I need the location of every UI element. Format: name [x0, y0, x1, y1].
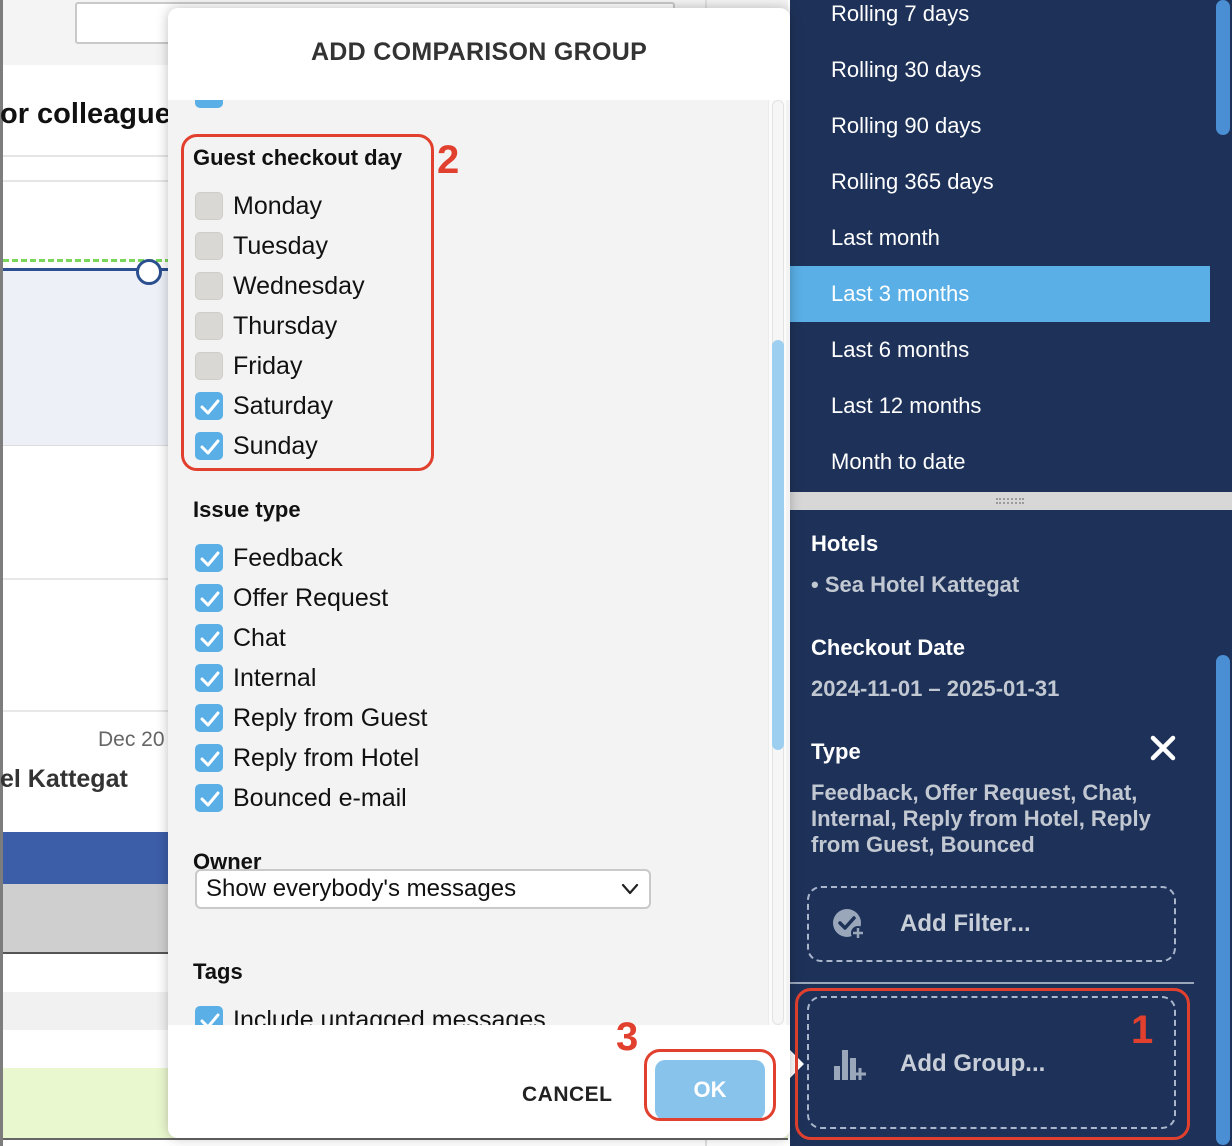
annotation-box-3: [644, 1049, 776, 1121]
owner-select[interactable]: Show everybody's messages: [195, 869, 651, 909]
checkbox-label: Bounced e-mail: [233, 784, 407, 812]
chart-data-point: [136, 259, 162, 285]
checkbox-box-checked[interactable]: [195, 544, 223, 572]
background-heading: or colleagues: [0, 98, 187, 130]
chart-axis-label: Dec 20: [98, 728, 165, 751]
checkbox-box-checked[interactable]: [195, 744, 223, 772]
date-range-item[interactable]: Rolling 7 days: [790, 0, 1210, 42]
date-range-label: Month to date: [831, 449, 966, 474]
check-icon: [200, 551, 220, 567]
scrollbar-thumb[interactable]: [772, 340, 784, 750]
date-range-item[interactable]: Last 12 months: [790, 378, 1210, 434]
filter-sidebar: Rolling 7 days Rolling 30 days Rolling 9…: [790, 0, 1232, 1146]
dialog-footer: CANCEL OK 3: [168, 1015, 790, 1138]
date-list-scrollbar[interactable]: [1216, 0, 1230, 135]
date-range-label: Last month: [831, 225, 940, 250]
date-range-item-active[interactable]: Last 3 months: [790, 266, 1210, 322]
annotation-number-2: 2: [437, 138, 460, 182]
left-edge: [0, 0, 3, 1146]
checkbox-label: Include untagged messages: [233, 1006, 546, 1025]
add-filter-button[interactable]: Add Filter...: [807, 886, 1176, 962]
check-icon: [200, 1013, 220, 1025]
date-range-item[interactable]: Last month: [790, 210, 1210, 266]
checkbox-label: Offer Request: [233, 584, 389, 612]
checkbox-box-checked[interactable]: [195, 704, 223, 732]
check-icon: [200, 631, 220, 647]
date-range-label: Rolling 90 days: [831, 113, 982, 138]
type-value-line: from Guest, Bounced: [811, 832, 1035, 857]
checkbox-box-checked[interactable]: [195, 624, 223, 652]
dialog-scroll-body[interactable]: Guest checkout day Monday Tuesday Wednes…: [168, 100, 790, 1025]
date-range-item[interactable]: Month to date: [790, 434, 1210, 490]
chart-hotel-label: el Kattegat: [0, 765, 128, 793]
date-range-label: Last 6 months: [831, 337, 970, 362]
date-range-label: Last 12 months: [831, 393, 982, 418]
date-range-label: Rolling 365 days: [831, 169, 994, 194]
checkbox-label: Feedback: [233, 544, 343, 572]
splitter-grip-icon: [996, 498, 1024, 504]
dialog-scrollbar[interactable]: [768, 100, 786, 1025]
checkbox-partial[interactable]: [195, 100, 223, 108]
owner-select-value: Show everybody's messages: [206, 875, 517, 902]
check-icon: [200, 711, 220, 727]
check-icon: [200, 591, 220, 607]
check-icon: [200, 671, 220, 687]
bottom-divider: [3, 1138, 788, 1140]
tags-title: Tags: [193, 959, 243, 984]
panel-splitter[interactable]: [790, 492, 1232, 510]
dialog-title: ADD COMPARISON GROUP: [310, 38, 648, 66]
checkout-date-title: Checkout Date: [811, 635, 966, 660]
date-range-label: Rolling 30 days: [831, 57, 982, 82]
date-range-item[interactable]: Last 6 months: [790, 322, 1210, 378]
annotation-number-3: 3: [616, 1015, 639, 1059]
sidebar-divider: [790, 982, 1194, 984]
checkout-date-value: 2024-11-01 – 2025-01-31: [811, 676, 1060, 701]
issue-type-title: Issue type: [193, 497, 301, 522]
checkbox-box-checked[interactable]: [195, 784, 223, 812]
checkbox-box-checked[interactable]: [195, 664, 223, 692]
add-comparison-group-dialog: ADD COMPARISON GROUP Guest checkout day …: [168, 8, 790, 1138]
check-icon: [200, 791, 220, 807]
cancel-button[interactable]: CANCEL: [522, 1083, 613, 1107]
date-range-list: Rolling 7 days Rolling 30 days Rolling 9…: [790, 0, 1210, 492]
type-value-line: Feedback, Offer Request, Chat,: [811, 780, 1138, 805]
checkbox-label: Internal: [233, 664, 317, 692]
filters-scrollbar[interactable]: [1216, 655, 1230, 1145]
annotation-box-2: [181, 134, 434, 471]
checkbox-label: Reply from Guest: [233, 704, 428, 732]
date-range-item[interactable]: Rolling 30 days: [790, 42, 1210, 98]
checkbox-label: Reply from Hotel: [233, 744, 420, 772]
check-icon: [200, 751, 220, 767]
date-range-label: Last 3 months: [831, 281, 970, 306]
checkbox-box-checked[interactable]: [195, 1006, 223, 1025]
remove-type-filter-close-icon[interactable]: [1148, 733, 1178, 763]
date-range-item[interactable]: Rolling 365 days: [790, 154, 1210, 210]
hotels-value: • Sea Hotel Kattegat: [811, 572, 1020, 597]
chevron-down-icon: [621, 883, 639, 895]
checkbox-box-checked[interactable]: [195, 584, 223, 612]
type-title: Type: [811, 739, 861, 764]
date-range-item[interactable]: Rolling 90 days: [790, 98, 1210, 154]
annotation-number-1: 1: [1131, 1008, 1154, 1052]
filter-add-icon: [831, 906, 867, 942]
date-range-label: Rolling 7 days: [831, 1, 970, 26]
checkbox-label: Chat: [233, 624, 286, 652]
type-value-line: Internal, Reply from Hotel, Reply: [811, 806, 1151, 831]
hotels-title: Hotels: [811, 531, 879, 556]
add-filter-label: Add Filter...: [900, 910, 1031, 937]
